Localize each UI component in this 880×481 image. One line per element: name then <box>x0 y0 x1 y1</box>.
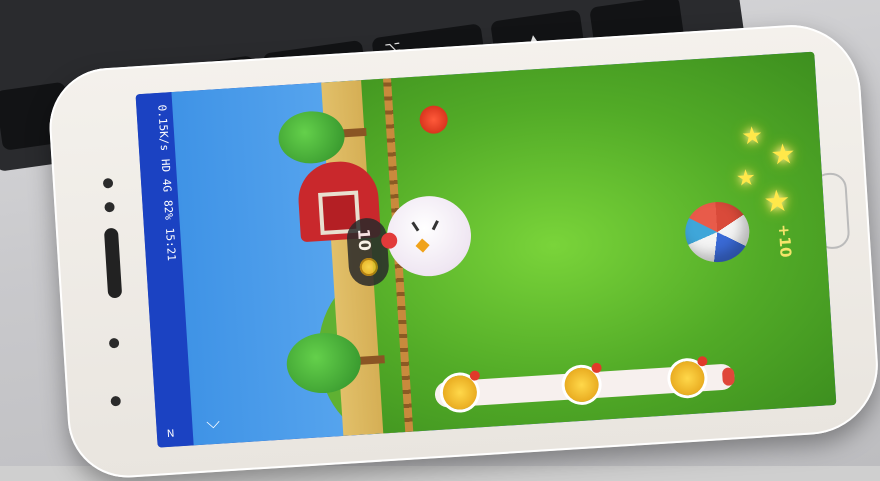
milestone-coin-icon <box>441 370 481 411</box>
sensor <box>102 177 114 189</box>
status-network: HD 4G <box>158 158 174 193</box>
chicken-beak <box>415 238 430 253</box>
coin-icon <box>359 257 379 277</box>
status-battery: 82% <box>161 199 176 221</box>
front-camera <box>104 201 115 213</box>
star-sparkle: ★ <box>769 137 797 172</box>
status-time: 15:21 <box>162 227 179 262</box>
milestone-dot <box>469 370 481 381</box>
milestone-coin-icon <box>669 355 708 397</box>
star-sparkle: ★ <box>762 183 792 221</box>
phone: 0.15K/s HD 4G 82% 15:21 N 10 ★ ★ ★ ★ +10… <box>45 20 880 481</box>
milestone-coin-icon <box>563 362 602 403</box>
phone-screen: 0.15K/s HD 4G 82% 15:21 N 10 ★ ★ ★ ★ +10… <box>135 51 837 448</box>
earpiece <box>103 227 123 299</box>
chicken-comb <box>380 232 398 250</box>
chicken-eye <box>411 221 420 232</box>
coin-counter: 10 <box>345 216 390 288</box>
chevron-down-icon[interactable]: ⌵ <box>206 412 221 434</box>
game-view[interactable]: 10 ★ ★ ★ ★ +10 <box>171 51 837 446</box>
sensor <box>110 395 122 407</box>
milestone-dot <box>591 362 602 374</box>
star-sparkle: ★ <box>740 121 764 151</box>
progress-fill <box>721 367 735 387</box>
notification-icon: N <box>166 428 175 441</box>
status-speed: 0.15K/s <box>155 104 172 152</box>
star-sparkle: ★ <box>735 165 757 192</box>
milestone-dot <box>697 355 708 367</box>
sensor <box>108 337 120 349</box>
chicken-eye <box>431 220 439 231</box>
coin-count: 10 <box>354 228 375 252</box>
bonus-coin-label: +10 <box>774 223 795 259</box>
